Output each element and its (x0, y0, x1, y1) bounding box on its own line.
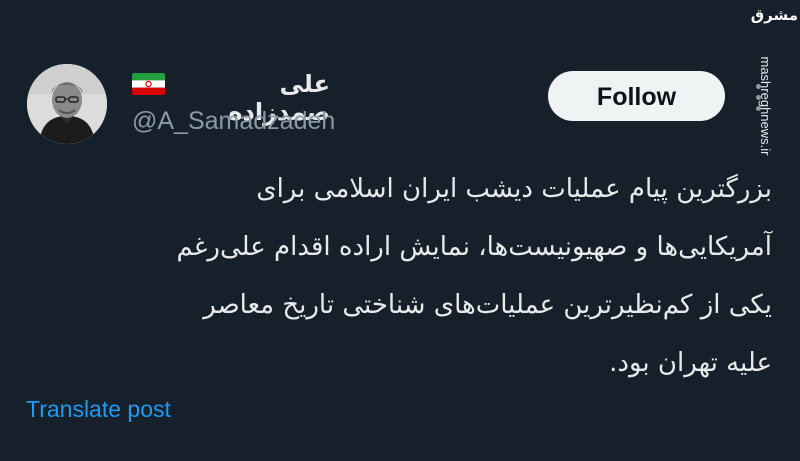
iran-flag-icon (132, 73, 165, 95)
more-dot (756, 106, 761, 111)
author-handle[interactable]: @A_Samadzadeh (132, 107, 335, 136)
tweet-text-line: یکی از کم‌نظیرترین عملیات‌های شناختی تار… (203, 290, 772, 320)
more-icon[interactable] (752, 84, 766, 112)
tweet-text-line: بزرگترین پیام عملیات دیشب ایران اسلامی ب… (256, 174, 772, 204)
avatar-image (27, 64, 107, 144)
tweet-text: بزرگترین پیام عملیات دیشب ایران اسلامی ب… (28, 160, 772, 392)
translate-post-link[interactable]: Translate post (26, 396, 171, 423)
more-dot (756, 95, 761, 100)
tweet-text-line: آمریکایی‌ها و صهیونیست‌ها، نمایش اراده ا… (176, 232, 772, 262)
more-dot (756, 84, 761, 89)
top-strip (0, 0, 800, 34)
tweet-text-line: علیه تهران بود. (609, 348, 772, 378)
follow-button[interactable]: Follow (548, 71, 725, 121)
avatar[interactable] (27, 64, 107, 144)
